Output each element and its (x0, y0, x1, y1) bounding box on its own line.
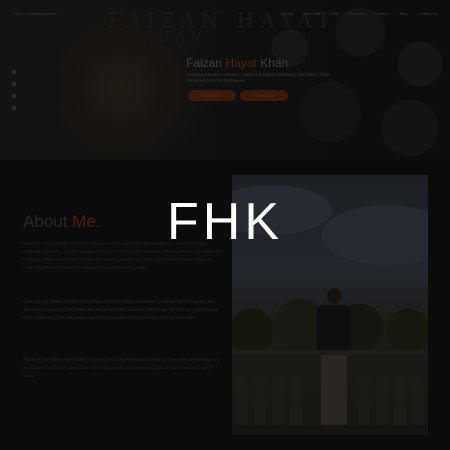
hero-name-middle: Hayat (225, 56, 257, 70)
twitter-icon[interactable] (12, 82, 16, 86)
nav-item-blog[interactable]: Blog (400, 11, 408, 16)
site-logo[interactable]: FHK | FaizanHayatKhan (14, 11, 57, 16)
baluster (394, 377, 406, 427)
about-paragraph-3: Thank you for visiting my website. I hop… (23, 357, 221, 378)
hero-name-first: Faizan (186, 56, 223, 70)
photo-person-head (327, 288, 341, 304)
hero-name-last: Khan (260, 56, 289, 70)
nav-item-skills[interactable]: Skills (330, 11, 339, 16)
nav-item-home[interactable]: Home (282, 11, 293, 16)
linkedin-icon[interactable] (12, 106, 16, 110)
baluster (272, 377, 284, 427)
photo-person-body (317, 305, 351, 355)
photo-person-legs (321, 353, 347, 425)
about-me-button[interactable]: About Me (188, 90, 236, 101)
hero-subtitle: Erasmus Mundus Scholar | Content & Digit… (186, 72, 330, 83)
facebook-icon[interactable] (12, 70, 16, 74)
contact-me-button[interactable]: Contact Me (240, 90, 288, 101)
nav-item-about[interactable]: About Me (303, 11, 320, 16)
balustrade-top-rail (232, 350, 428, 355)
nav-item-services[interactable]: Services (350, 11, 365, 16)
photo-ground (232, 425, 428, 435)
baluster (236, 377, 248, 427)
social-icons (12, 70, 16, 110)
hero-background-text-2: KHAN (142, 30, 208, 46)
main-nav: Home About Me Skills Services Portfolio … (282, 11, 438, 16)
baluster (358, 377, 370, 427)
baluster (290, 377, 302, 427)
baluster (412, 377, 424, 427)
instagram-icon[interactable] (12, 94, 16, 98)
nav-item-portfolio[interactable]: Portfolio (375, 11, 390, 16)
baluster (376, 377, 388, 427)
hero-name: Faizan Hayat Khan (186, 56, 288, 70)
nav-item-contact[interactable]: Contact Me (418, 11, 438, 16)
splash-logo: FHK (167, 193, 283, 251)
about-paragraph-2: I leverage my diverse portfolio to lead … (23, 299, 219, 320)
baluster (254, 377, 266, 427)
hero-section: FAIZAN HAYAT KHAN FHK | FaizanHayatKhan … (0, 0, 450, 160)
